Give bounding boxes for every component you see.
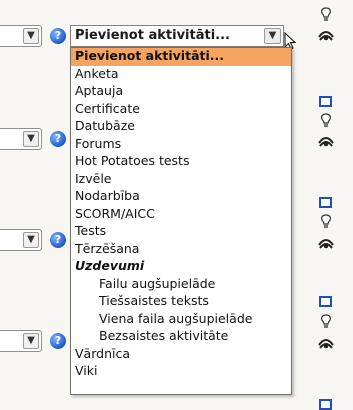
dropdown-option[interactable]: Tērzēšana (71, 241, 291, 259)
add-activity-select[interactable]: Pievienot aktivitāti... ▼ (70, 25, 284, 47)
eye-icon[interactable] (317, 335, 335, 351)
dropdown-option[interactable]: Datubāze (71, 118, 291, 136)
dropdown-option[interactable]: Certificate (71, 101, 291, 119)
square-icon[interactable] (319, 296, 332, 307)
dropdown-option[interactable]: Vārdnīca (71, 346, 291, 364)
eye-icon[interactable] (317, 235, 335, 251)
dropdown-optgroup-label: Uzdevumi (75, 258, 145, 273)
eye-icon[interactable] (317, 27, 335, 43)
dropdown-option[interactable]: Nodarbība (71, 188, 291, 206)
lightbulb-icon[interactable] (317, 113, 335, 129)
lightbulb-icon[interactable] (317, 7, 335, 23)
eye-icon[interactable] (317, 133, 335, 149)
dropdown-option[interactable]: Viki (71, 363, 291, 381)
help-icon[interactable]: ? (50, 232, 66, 248)
chevron-down-icon[interactable]: ▼ (264, 28, 281, 44)
dropdown-option[interactable]: Viena faila augšupielāde (71, 311, 291, 329)
square-icon[interactable] (319, 96, 332, 107)
lightbulb-icon[interactable] (317, 314, 335, 330)
section-select-4[interactable]: ▼ (0, 330, 42, 352)
dropdown-option[interactable]: Forums (71, 136, 291, 154)
dropdown-option[interactable]: Anketa (71, 66, 291, 84)
section-select-3[interactable]: ▼ (0, 229, 42, 251)
dropdown-option[interactable]: Hot Potatoes tests (71, 153, 291, 171)
chevron-down-icon[interactable]: ▼ (23, 131, 39, 147)
help-icon[interactable]: ? (50, 28, 66, 44)
dropdown-option[interactable]: SCORM/AICC (71, 206, 291, 224)
chevron-down-icon[interactable]: ▼ (23, 232, 39, 248)
dropdown-option[interactable]: Bezsaistes aktivitāte (71, 328, 291, 346)
dropdown-option[interactable]: Tests (71, 223, 291, 241)
dropdown-option[interactable]: Izvēle (71, 171, 291, 189)
add-activity-select-value: Pievienot aktivitāti... (75, 28, 230, 43)
dropdown-option[interactable]: Pievienot aktivitāti... (71, 48, 291, 66)
chevron-down-icon[interactable]: ▼ (23, 333, 39, 349)
help-icon[interactable]: ? (50, 333, 66, 349)
section-select-2[interactable]: ▼ (0, 128, 42, 150)
dropdown-option[interactable]: Tiešsaistes teksts (71, 293, 291, 311)
lightbulb-icon[interactable] (317, 214, 335, 230)
square-icon[interactable] (319, 399, 332, 410)
chevron-down-icon[interactable]: ▼ (23, 28, 39, 44)
activity-dropdown-list[interactable]: Pievienot aktivitāti... Anketa Aptauja Cert… (70, 47, 292, 395)
section-select-1[interactable]: ▼ (0, 25, 42, 47)
dropdown-option[interactable]: Failu augšupielāde (71, 276, 291, 294)
help-icon[interactable]: ? (50, 131, 66, 147)
dropdown-option[interactable]: Aptauja (71, 83, 291, 101)
square-icon[interactable] (319, 197, 332, 208)
